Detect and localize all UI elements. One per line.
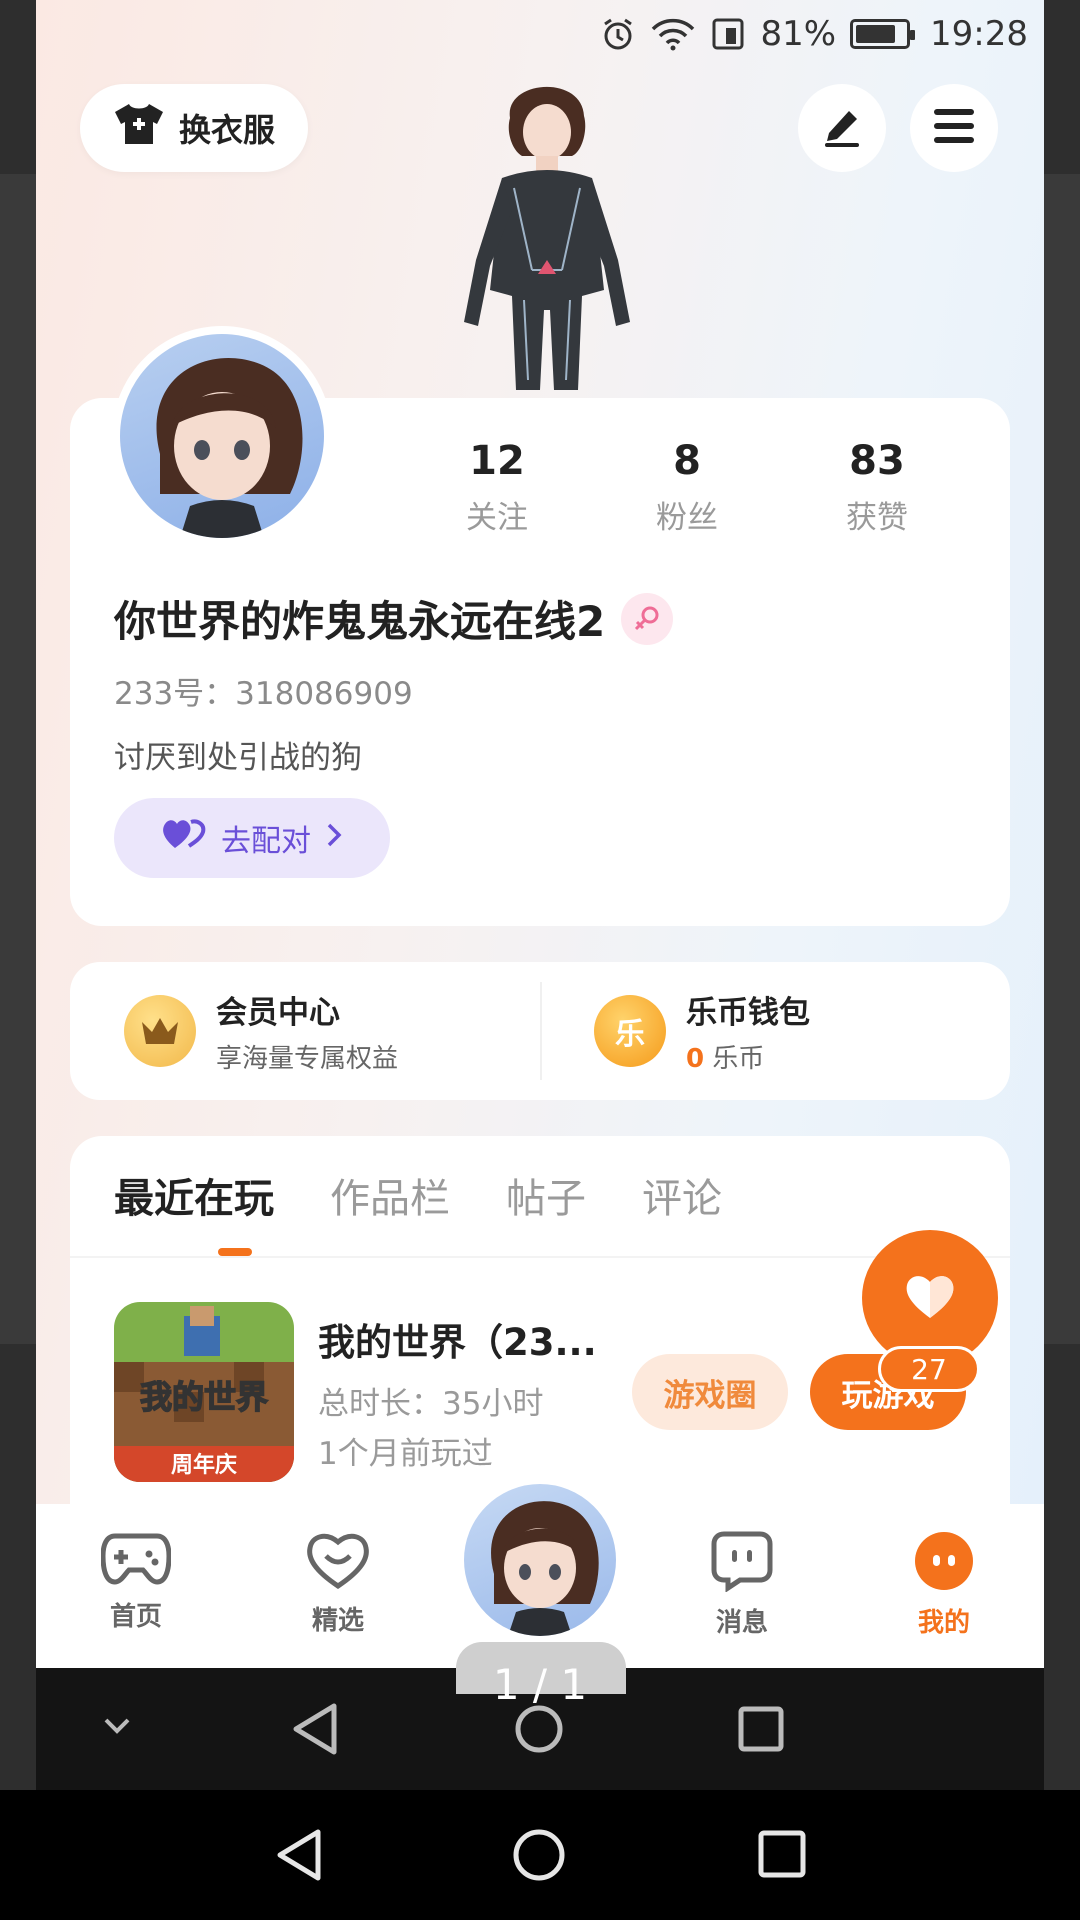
nav-featured-label: 精选 — [311, 1606, 364, 1636]
double-heart-icon — [161, 818, 207, 858]
nickname: 你世界的炸鬼鬼永远在线2 — [114, 597, 606, 646]
profile-stats: 12 关注 8 粉丝 83 获赞 — [402, 438, 1002, 537]
battery-percent: 81% — [760, 14, 837, 54]
nav-me[interactable]: 我的 — [884, 1530, 1004, 1639]
tab-posts[interactable]: 帖子 — [506, 1166, 586, 1224]
svg-text:我的世界: 我的世界 — [140, 1378, 268, 1416]
game-duration: 总时长：35小时 — [318, 1386, 544, 1422]
tab-comments[interactable]: 评论 — [642, 1166, 722, 1224]
chevron-down-icon[interactable] — [102, 1716, 132, 1740]
wallet-divider — [540, 982, 542, 1080]
hamburger-icon — [932, 107, 976, 149]
member-center-subtitle: 享海量专属权益 — [216, 1044, 399, 1074]
avatar-3d-figure[interactable] — [432, 60, 662, 400]
match-label: 去配对 — [221, 824, 311, 859]
user-id: 233号：318086909 — [114, 676, 413, 712]
match-button[interactable]: 去配对 — [114, 798, 390, 878]
coin-amount: 0 — [686, 1044, 705, 1074]
viewer-frame-right — [1044, 0, 1080, 1790]
game-last-played: 1个月前玩过 — [318, 1436, 493, 1472]
alarm-icon — [600, 16, 636, 52]
gamepad-icon — [100, 1533, 172, 1590]
edit-profile-button[interactable] — [798, 84, 886, 172]
likes-stat[interactable]: 83 获赞 — [782, 438, 972, 537]
nav-messages[interactable]: 消息 — [682, 1530, 802, 1639]
game-circle-button[interactable]: 游戏圈 — [632, 1354, 788, 1430]
tab-works[interactable]: 作品栏 — [330, 1166, 450, 1224]
nav-featured[interactable]: 精选 — [278, 1530, 398, 1637]
pencil-icon — [819, 103, 865, 153]
sim-icon — [710, 16, 746, 52]
clock: 19:28 — [930, 14, 1028, 54]
nav-messages-label: 消息 — [715, 1608, 768, 1638]
following-label: 关注 — [466, 500, 528, 536]
active-tab-indicator — [218, 1248, 252, 1256]
svg-text:周年庆: 周年庆 — [171, 1452, 237, 1478]
female-icon — [621, 592, 674, 645]
game-icon[interactable]: 我的世界 周年庆 — [114, 1302, 294, 1482]
game-title: 我的世界（23... — [318, 1321, 597, 1364]
message-icon — [710, 1531, 774, 1596]
member-wallet-card: 会员中心 享海量专属权益 乐 乐币钱包 0 乐币 — [70, 962, 1010, 1100]
status-bar: 81% 19:28 — [600, 8, 1028, 60]
member-center-entry[interactable]: 会员中心 享海量专属权益 — [70, 962, 540, 1100]
profile-avatar[interactable] — [112, 326, 332, 546]
home-circle-icon[interactable] — [514, 1704, 564, 1758]
shirt-icon — [113, 102, 165, 154]
menu-button[interactable] — [910, 84, 998, 172]
tab-recent[interactable]: 最近在玩 — [114, 1166, 274, 1224]
tab-divider — [70, 1256, 1010, 1258]
change-outfit-button[interactable]: 换衣服 — [80, 84, 308, 172]
system-back-icon[interactable] — [274, 1828, 324, 1886]
nickname-row: 你世界的炸鬼鬼永远在线2 — [114, 588, 674, 649]
heart-chat-icon — [304, 1533, 372, 1594]
bio: 讨厌到处引战的狗 — [114, 740, 362, 776]
coin-unit: 乐币 — [712, 1044, 765, 1074]
likes-label: 获赞 — [846, 500, 908, 536]
followers-count: 8 — [673, 438, 701, 484]
coin-wallet-entry[interactable]: 乐 乐币钱包 0 乐币 — [540, 962, 1010, 1100]
le-coin-icon: 乐 — [594, 995, 666, 1067]
back-icon[interactable] — [290, 1702, 340, 1760]
coin-balance: 0 乐币 — [686, 1038, 810, 1075]
wifi-icon — [650, 17, 696, 51]
followers-label: 粉丝 — [656, 500, 718, 536]
crown-icon — [124, 995, 196, 1067]
battery-icon — [850, 19, 916, 49]
viewer-frame-left — [0, 0, 36, 1790]
me-icon — [913, 1532, 975, 1596]
nav-home[interactable]: 首页 — [76, 1530, 196, 1633]
recents-square-icon[interactable] — [738, 1706, 784, 1756]
app-screen: 81% 19:28 换衣服 12 关注 8 粉丝 83 获赞 你世界的炸鬼鬼永远… — [36, 0, 1044, 1668]
nav-me-label: 我的 — [917, 1608, 970, 1638]
coin-wallet-title: 乐币钱包 — [686, 995, 810, 1031]
likes-count: 83 — [849, 438, 905, 484]
chevron-right-icon — [325, 821, 343, 856]
nav-home-label: 首页 — [109, 1602, 162, 1632]
member-center-title: 会员中心 — [216, 995, 340, 1031]
following-stat[interactable]: 12 关注 — [402, 438, 592, 537]
following-count: 12 — [469, 438, 525, 484]
change-outfit-label: 换衣服 — [178, 111, 275, 149]
nav-center-avatar[interactable] — [460, 1480, 620, 1640]
like-count-badge: 27 — [878, 1346, 980, 1392]
heart-icon — [903, 1272, 957, 1324]
system-recents-icon[interactable] — [758, 1830, 806, 1882]
system-home-icon[interactable] — [512, 1828, 566, 1886]
page-indicator: 1 / 1 — [492, 1660, 588, 1709]
profile-tabs: 最近在玩 作品栏 帖子 评论 — [114, 1166, 722, 1224]
followers-stat[interactable]: 8 粉丝 — [592, 438, 782, 537]
system-nav-bar — [0, 1790, 1080, 1920]
